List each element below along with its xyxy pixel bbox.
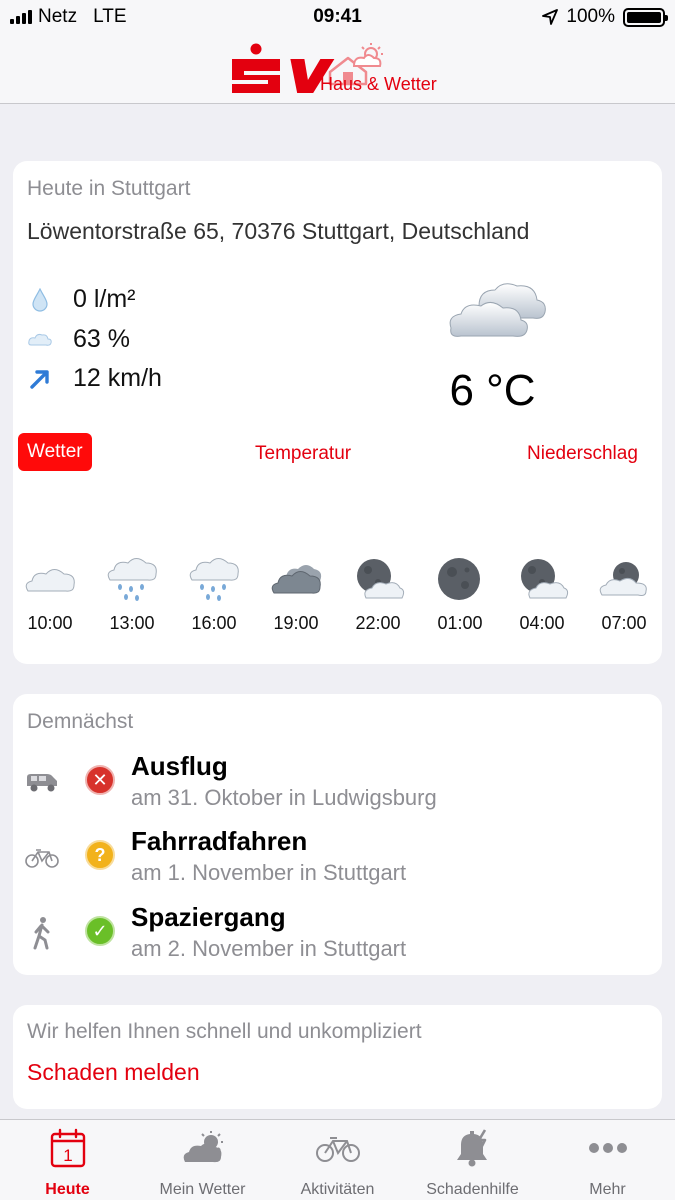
hourly-time: 13:00 bbox=[109, 613, 155, 633]
event-title: Fahrradfahren bbox=[131, 826, 308, 856]
help-text: Wir helfen Ihnen schnell und unkomplizie… bbox=[27, 1020, 422, 1043]
app-header: Haus & Wetter bbox=[0, 34, 675, 104]
tab-bar: 1 Heute Mein Wetter Aktivitäten Schadenh… bbox=[0, 1119, 675, 1200]
status-right: 100% bbox=[542, 6, 668, 28]
status-good-icon: ✓ bbox=[85, 916, 115, 946]
status-uncertain-icon: ? bbox=[85, 840, 115, 870]
list-item[interactable]: ✕ Ausflug am 31. Oktober in Ludwigsburg bbox=[25, 751, 645, 821]
rain-icon bbox=[91, 549, 173, 609]
precipitation-value: 0 l/m² bbox=[73, 285, 136, 313]
status-bad-icon: ✕ bbox=[85, 765, 115, 795]
hourly-item: 04:00 bbox=[501, 549, 583, 634]
event-subtitle: am 31. Oktober in Ludwigsburg bbox=[131, 785, 437, 810]
event-subtitle: am 1. November in Stuttgart bbox=[131, 860, 407, 885]
weather-icon bbox=[135, 1120, 270, 1176]
help-card: Wir helfen Ihnen schnell und unkomplizie… bbox=[13, 1005, 662, 1109]
hourly-item: 16:00 bbox=[173, 549, 255, 634]
hourly-time: 10:00 bbox=[27, 613, 73, 633]
moon-icon bbox=[419, 549, 501, 609]
hourly-item: 01:00 bbox=[419, 549, 501, 634]
calendar-icon: 1 bbox=[0, 1120, 135, 1176]
hourly-item: 10:00 bbox=[9, 549, 91, 634]
battery-icon bbox=[623, 7, 668, 27]
hourly-time: 04:00 bbox=[519, 613, 565, 633]
svg-text:1: 1 bbox=[63, 1146, 72, 1165]
moon-cloud-icon bbox=[583, 549, 665, 609]
bicycle-icon bbox=[270, 1120, 405, 1176]
moon-cloud-icon bbox=[337, 549, 419, 609]
wind-arrow-icon bbox=[27, 366, 53, 392]
event-title: Spaziergang bbox=[131, 902, 286, 932]
moon-cloud-icon bbox=[501, 549, 583, 609]
event-title: Ausflug bbox=[131, 751, 228, 781]
hourly-item: 22:00 bbox=[337, 549, 419, 634]
hourly-time: 07:00 bbox=[601, 613, 647, 633]
wind-row: 12 km/h bbox=[27, 364, 162, 393]
humidity-row: 63 % bbox=[27, 325, 130, 354]
rain-icon bbox=[173, 549, 255, 609]
alarm-bell-icon bbox=[405, 1120, 540, 1176]
more-icon bbox=[540, 1120, 675, 1176]
hourly-time: 01:00 bbox=[437, 613, 483, 633]
tab-label: Aktivitäten bbox=[300, 1181, 375, 1198]
tab-label: Schadenhilfe bbox=[426, 1181, 519, 1198]
walking-icon bbox=[25, 916, 59, 950]
tab-label: Mein Wetter bbox=[159, 1181, 246, 1198]
tab-schadenhilfe[interactable]: Schadenhilfe bbox=[405, 1120, 540, 1200]
bicycle-icon bbox=[25, 840, 59, 874]
tab-mein-wetter[interactable]: Mein Wetter bbox=[135, 1120, 270, 1200]
hourly-time: 16:00 bbox=[191, 613, 237, 633]
tab-label: Mehr bbox=[589, 1181, 626, 1198]
precipitation-row: 0 l/m² bbox=[27, 285, 136, 314]
tab-aktivitaeten[interactable]: Aktivitäten bbox=[270, 1120, 405, 1200]
list-item[interactable]: ? Fahrradfahren am 1. November in Stuttg… bbox=[25, 826, 645, 896]
tab-heute[interactable]: 1 Heute bbox=[0, 1120, 135, 1200]
event-subtitle: am 2. November in Stuttgart bbox=[131, 936, 407, 961]
wind-value: 12 km/h bbox=[73, 364, 162, 392]
cloud-icon bbox=[9, 549, 91, 609]
today-card: Heute in Stuttgart Löwentorstraße 65, 70… bbox=[13, 161, 662, 664]
raindrop-icon bbox=[27, 287, 53, 313]
report-damage-link[interactable]: Schaden melden bbox=[27, 1059, 200, 1086]
battery-percent: 100% bbox=[566, 6, 615, 27]
car-icon bbox=[25, 765, 59, 799]
tab-mehr[interactable]: Mehr bbox=[540, 1120, 675, 1200]
upcoming-card: Demnächst ✕ Ausflug am 31. Oktober in Lu… bbox=[13, 694, 662, 975]
cloudy-icon bbox=[441, 276, 551, 346]
upcoming-title: Demnächst bbox=[27, 710, 134, 733]
logo-subtitle: Haus & Wetter bbox=[320, 74, 437, 94]
humidity-value: 63 % bbox=[73, 325, 130, 353]
app-logo: Haus & Wetter bbox=[228, 42, 448, 98]
list-item[interactable]: ✓ Spaziergang am 2. November in Stuttgar… bbox=[25, 902, 645, 972]
tab-temperatur[interactable]: Temperatur bbox=[255, 443, 351, 465]
today-title: Heute in Stuttgart bbox=[27, 177, 191, 200]
tab-wetter[interactable]: Wetter bbox=[18, 433, 92, 471]
hourly-item: 19:00 bbox=[255, 549, 337, 634]
address-label: Löwentorstraße 65, 70376 Stuttgart, Deut… bbox=[27, 218, 530, 244]
hourly-time: 19:00 bbox=[273, 613, 319, 633]
hourly-time: 22:00 bbox=[355, 613, 401, 633]
humidity-icon bbox=[27, 327, 53, 353]
hourly-item: 13:00 bbox=[91, 549, 173, 634]
dark-cloud-icon bbox=[255, 549, 337, 609]
temperature-value: 6 °C bbox=[449, 366, 536, 415]
tab-label: Heute bbox=[45, 1181, 90, 1198]
tab-niederschlag[interactable]: Niederschlag bbox=[527, 443, 638, 465]
status-bar: Netz LTE 09:41 100% bbox=[0, 0, 675, 34]
hourly-item: 07:00 bbox=[583, 549, 665, 634]
location-arrow-icon bbox=[542, 9, 559, 25]
